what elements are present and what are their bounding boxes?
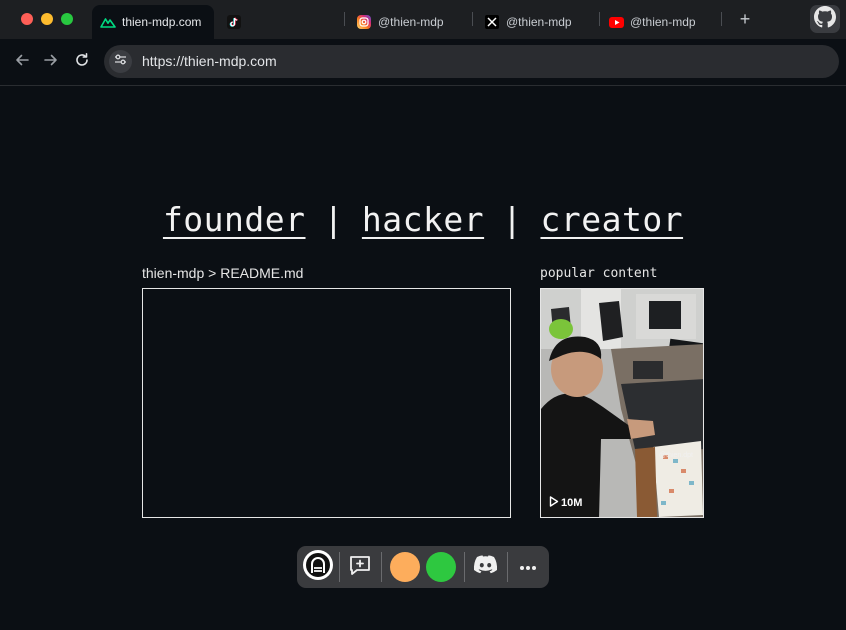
add-comment-icon xyxy=(348,554,372,581)
app-logo-button[interactable] xyxy=(303,549,333,585)
tab-separator xyxy=(599,12,600,26)
tab-youtube[interactable]: @thien-mdp xyxy=(608,5,696,39)
github-icon xyxy=(814,5,836,33)
play-icon xyxy=(549,496,559,510)
tab-separator xyxy=(344,12,345,26)
reload-button[interactable] xyxy=(72,52,92,72)
dock-separator xyxy=(507,552,508,582)
tab-separator xyxy=(721,12,722,26)
discord-icon xyxy=(473,555,498,579)
back-button[interactable] xyxy=(12,52,32,72)
forward-button[interactable] xyxy=(41,52,61,72)
discord-button[interactable] xyxy=(471,552,499,582)
tab-label: thien-mdp.com xyxy=(122,15,202,29)
popular-video-thumbnail[interactable]: @thien.dpt 10M xyxy=(540,288,704,518)
browser-toolbar: https://thien-mdp.com xyxy=(0,39,846,86)
view-count: 10M xyxy=(549,496,582,510)
youtube-icon xyxy=(608,14,624,30)
tune-icon xyxy=(114,53,127,71)
tab-instagram[interactable]: @thien-mdp xyxy=(356,5,444,39)
instagram-icon xyxy=(356,14,372,30)
tab-label: @thien-mdp xyxy=(378,15,444,29)
green-dot-button[interactable] xyxy=(426,552,456,582)
maximize-window-button[interactable] xyxy=(61,13,73,25)
tab-thien-mdp-com[interactable]: thien-mdp.com xyxy=(92,5,214,39)
tab-label: @thien-mdp xyxy=(506,15,572,29)
reload-icon xyxy=(74,52,90,73)
creator-link[interactable]: creator xyxy=(540,200,683,239)
url-text[interactable]: https://thien-mdp.com xyxy=(142,45,277,78)
video-thumbnail-image xyxy=(541,289,703,517)
tab-label: @thien-mdp xyxy=(630,15,696,29)
nuxt-icon xyxy=(100,14,116,30)
floating-toolbar xyxy=(297,546,549,588)
tab-x[interactable]: @thien-mdp xyxy=(484,5,572,39)
add-comment-button[interactable] xyxy=(346,552,374,582)
dock-separator xyxy=(339,552,340,582)
browser-tab-bar: thien-mdp.com @thien-mdp @thien-mdp @thi… xyxy=(0,0,846,39)
separator: | xyxy=(502,200,523,239)
tab-separator xyxy=(472,12,473,26)
founder-link[interactable]: founder xyxy=(163,200,306,239)
readme-label: thien-mdp > README.md xyxy=(142,265,304,281)
readme-panel xyxy=(142,288,511,518)
video-watermark: @thien.dpt xyxy=(659,452,693,459)
more-icon xyxy=(519,558,537,576)
tiktok-icon xyxy=(226,14,242,30)
address-bar[interactable]: https://thien-mdp.com xyxy=(104,45,839,78)
dock-separator xyxy=(381,552,382,582)
close-window-button[interactable] xyxy=(21,13,33,25)
tab-tiktok[interactable] xyxy=(226,5,248,39)
view-count-text: 10M xyxy=(561,497,583,509)
orange-dot-button[interactable] xyxy=(390,552,420,582)
arrow-left-icon xyxy=(14,52,30,73)
more-button[interactable] xyxy=(515,552,541,582)
popular-content-label: popular content xyxy=(540,266,658,281)
new-tab-button[interactable]: + xyxy=(736,9,754,29)
separator: | xyxy=(323,200,344,239)
minimize-window-button[interactable] xyxy=(41,13,53,25)
orange-dot xyxy=(390,552,420,582)
site-info-button[interactable] xyxy=(109,50,132,73)
green-dot xyxy=(426,552,456,582)
app-logo-icon xyxy=(303,549,333,585)
x-icon xyxy=(484,14,500,30)
dock-separator xyxy=(464,552,465,582)
hacker-link[interactable]: hacker xyxy=(362,200,484,239)
github-button[interactable] xyxy=(810,5,840,33)
hero-headline: founder | hacker | creator xyxy=(0,200,846,239)
arrow-right-icon xyxy=(43,52,59,73)
